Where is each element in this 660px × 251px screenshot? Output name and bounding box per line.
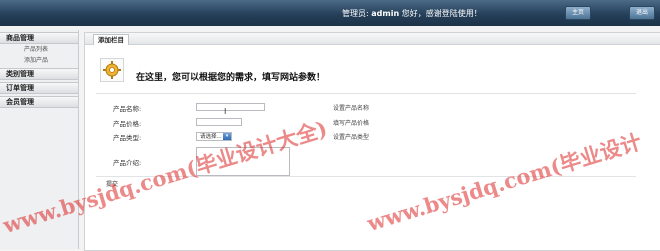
settings-gear-icon (100, 58, 124, 82)
product-type-select-value: 请选择... (200, 134, 222, 140)
home-button[interactable]: 主页 (565, 6, 591, 20)
product-type-hint: 设置产品类型 (333, 134, 370, 141)
welcome-suffix: 您好，感谢登陆使用！ (401, 9, 482, 18)
welcome-message: 管理员: admin 您好，感谢登陆使用！ (342, 8, 482, 19)
sidebar-section-category[interactable]: 类别管理 (0, 68, 78, 80)
product-price-input[interactable] (196, 118, 242, 126)
sidebar-section-order[interactable]: 订单管理 (0, 82, 78, 94)
product-type-select[interactable]: 请选择... ▾ (196, 132, 232, 141)
dropdown-arrow-icon: ▾ (223, 133, 231, 140)
tab-add-column[interactable]: 添加栏目 (93, 34, 129, 45)
divider (96, 93, 636, 94)
product-price-hint: 填写产品价格 (333, 120, 370, 127)
product-name-hint: 设置产品名称 (333, 105, 370, 112)
sidebar-section-member[interactable]: 会员管理 (0, 96, 78, 108)
top-header: 管理员: admin 您好，感谢登陆使用！ 主页 退出 (0, 0, 660, 26)
product-name-label: 产品名称: (113, 105, 142, 113)
text-cursor-icon: I (224, 107, 227, 116)
product-desc-label: 产品介绍: (113, 159, 142, 167)
product-name-input[interactable] (196, 103, 265, 111)
sidebar: 商品管理 产品列表 添加产品 类别管理 订单管理 会员管理 (0, 30, 79, 249)
username: admin (371, 9, 400, 18)
submit-button[interactable]: 提交 (106, 179, 118, 188)
product-price-label: 产品价格: (113, 120, 142, 128)
intro-text: 在这里，您可以根据您的需求，填写网站参数！ (136, 73, 326, 83)
logout-button[interactable]: 退出 (629, 6, 655, 20)
welcome-prefix: 管理员: (342, 9, 369, 18)
product-desc-textarea[interactable] (196, 147, 290, 176)
product-type-label: 产品类型: (113, 134, 142, 142)
divider (96, 176, 636, 177)
sidebar-item-add-product[interactable]: 添加产品 (0, 55, 78, 66)
tab-bar: 添加栏目 (85, 33, 660, 45)
sidebar-section-product[interactable]: 商品管理 (0, 32, 78, 44)
main-panel: 添加栏目 (84, 32, 660, 251)
sidebar-item-product-list[interactable]: 产品列表 (0, 44, 78, 55)
